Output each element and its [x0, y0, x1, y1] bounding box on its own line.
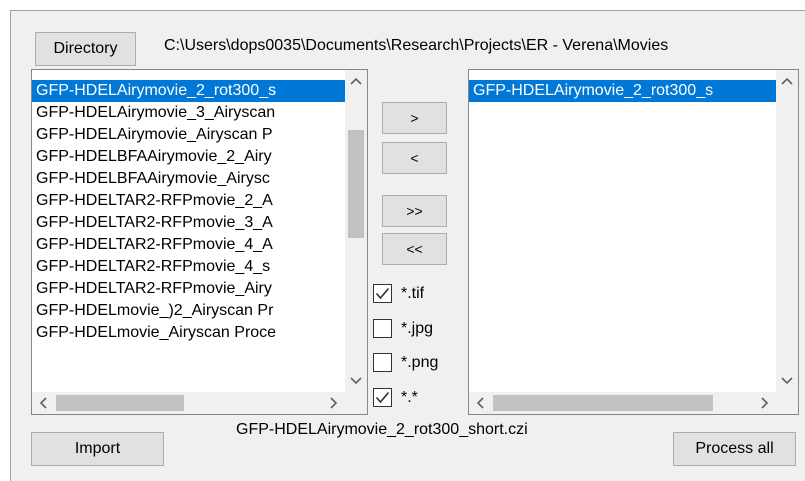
scroll-left-icon[interactable] — [32, 392, 54, 414]
directory-button[interactable]: Directory — [35, 32, 136, 66]
source-hscroll-thumb[interactable] — [56, 395, 184, 411]
filter-checkbox[interactable] — [373, 284, 392, 303]
list-item[interactable]: GFP-HDELTAR2-RFPmovie_2_A — [32, 190, 345, 212]
scroll-up-icon[interactable] — [776, 70, 798, 92]
add-all-button[interactable]: >> — [382, 195, 447, 227]
list-item[interactable]: GFP-HDELTAR2-RFPmovie_4_A — [32, 234, 345, 256]
remove-all-button[interactable]: << — [382, 233, 447, 265]
target-horizontal-scrollbar[interactable] — [469, 392, 776, 414]
list-item[interactable]: GFP-HDELTAR2-RFPmovie_3_A — [32, 212, 345, 234]
scroll-left-icon[interactable] — [469, 392, 491, 414]
selected-file-name: GFP-HDELAirymovie_2_rot300_short.czi — [236, 421, 528, 438]
scroll-down-icon[interactable] — [345, 370, 367, 392]
filter-label: *.jpg — [401, 320, 434, 337]
list-item[interactable]: GFP-HDELAirymovie_Airyscan P — [32, 124, 345, 146]
list-item[interactable]: GFP-HDELAirymovie_2_rot300_s — [32, 80, 345, 102]
process-all-button[interactable]: Process all — [673, 432, 796, 466]
add-selected-button[interactable]: > — [382, 102, 447, 134]
source-vscroll-thumb[interactable] — [348, 130, 364, 238]
source-file-list[interactable]: GFP-HDELAirymovie_2_rot300_s GFP-HDELAiry… — [31, 69, 368, 415]
list-item[interactable]: GFP-HDELAirymovie_3_Airyscan — [32, 102, 345, 124]
scroll-right-icon[interactable] — [323, 392, 345, 414]
list-item[interactable]: GFP-HDELmovie_)2_Airyscan Pr — [32, 300, 345, 322]
directory-path: C:\Users\dops0035\Documents\Research\Pro… — [164, 37, 669, 54]
remove-selected-button[interactable]: < — [382, 142, 447, 174]
scroll-corner — [776, 392, 798, 414]
filter-label: *.* — [401, 389, 418, 406]
filter-label: *.tif — [401, 285, 425, 302]
filter-label: *.png — [401, 354, 439, 371]
list-item[interactable]: GFP-HDELmovie_Airyscan Proce — [32, 322, 345, 344]
target-hscroll-thumb[interactable] — [493, 395, 713, 411]
scroll-up-icon[interactable] — [345, 70, 367, 92]
import-button[interactable]: Import — [31, 432, 164, 466]
target-file-list[interactable]: GFP-HDELAirymovie_2_rot300_s — [468, 69, 799, 415]
list-item[interactable]: GFP-HDELBFAAirymovie_Airysc — [32, 168, 345, 190]
list-item[interactable]: GFP-HDELBFAAirymovie_2_Airy — [32, 146, 345, 168]
source-horizontal-scrollbar[interactable] — [32, 392, 345, 414]
scroll-right-icon[interactable] — [754, 392, 776, 414]
list-item[interactable]: GFP-HDELTAR2-RFPmovie_Airy — [32, 278, 345, 300]
target-vertical-scrollbar[interactable] — [776, 70, 798, 392]
list-item[interactable]: GFP-HDELTAR2-RFPmovie_4_s — [32, 256, 345, 278]
checkmark-icon — [375, 391, 390, 404]
filter-checkbox[interactable] — [373, 319, 392, 338]
checkmark-icon — [375, 287, 390, 300]
main-panel: Directory C:\Users\dops0035\Documents\Re… — [10, 10, 805, 481]
scroll-down-icon[interactable] — [776, 370, 798, 392]
list-item[interactable]: GFP-HDELAirymovie_2_rot300_s — [469, 80, 776, 102]
scroll-corner — [345, 392, 367, 414]
source-vertical-scrollbar[interactable] — [345, 70, 367, 392]
filter-checkbox[interactable] — [373, 353, 392, 372]
filter-checkbox[interactable] — [373, 388, 392, 407]
